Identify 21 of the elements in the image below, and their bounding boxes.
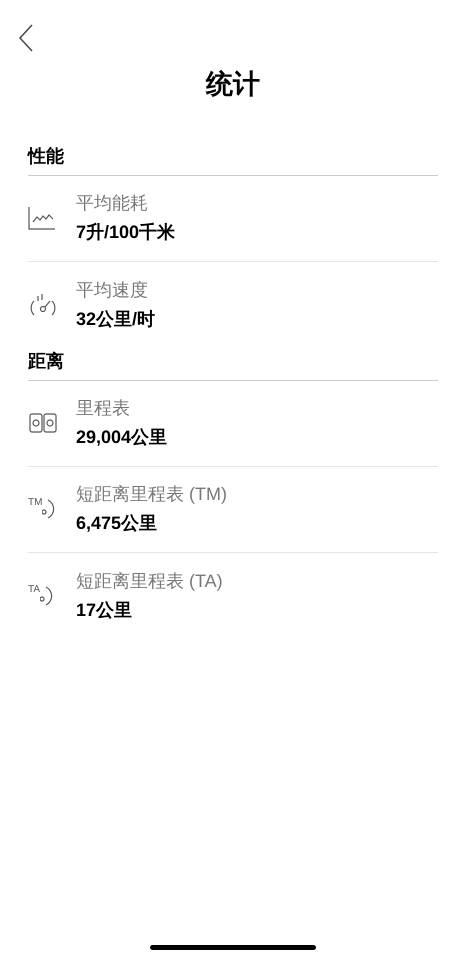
trip-label: TM <box>28 498 42 508</box>
stat-label: 平均速度 <box>76 278 149 302</box>
stat-label: 里程表 <box>76 397 131 420</box>
stat-value: 7升/100千米 <box>76 221 176 244</box>
odometer-icon <box>28 412 58 434</box>
stat-value: 17公里 <box>76 598 134 622</box>
back-icon[interactable] <box>18 24 34 52</box>
page-title: 统计 <box>206 68 260 101</box>
stat-label: 短距离里程表 (TA) <box>76 570 223 593</box>
section-heading: 距离 <box>28 350 64 370</box>
gauge-icon <box>40 584 54 606</box>
stat-label: 平均能耗 <box>76 192 149 215</box>
trip-label: TA <box>28 584 40 594</box>
stat-value: 32公里/时 <box>76 308 156 330</box>
section-heading: 性能 <box>28 146 64 166</box>
line-chart-icon <box>28 206 56 230</box>
stat-value: 29,004公里 <box>76 426 168 449</box>
stat-value: 6,475公里 <box>76 512 158 535</box>
speedometer-icon <box>28 292 58 318</box>
stat-label: 短距离里程表 (TM) <box>76 483 227 506</box>
gauge-icon <box>42 498 56 520</box>
